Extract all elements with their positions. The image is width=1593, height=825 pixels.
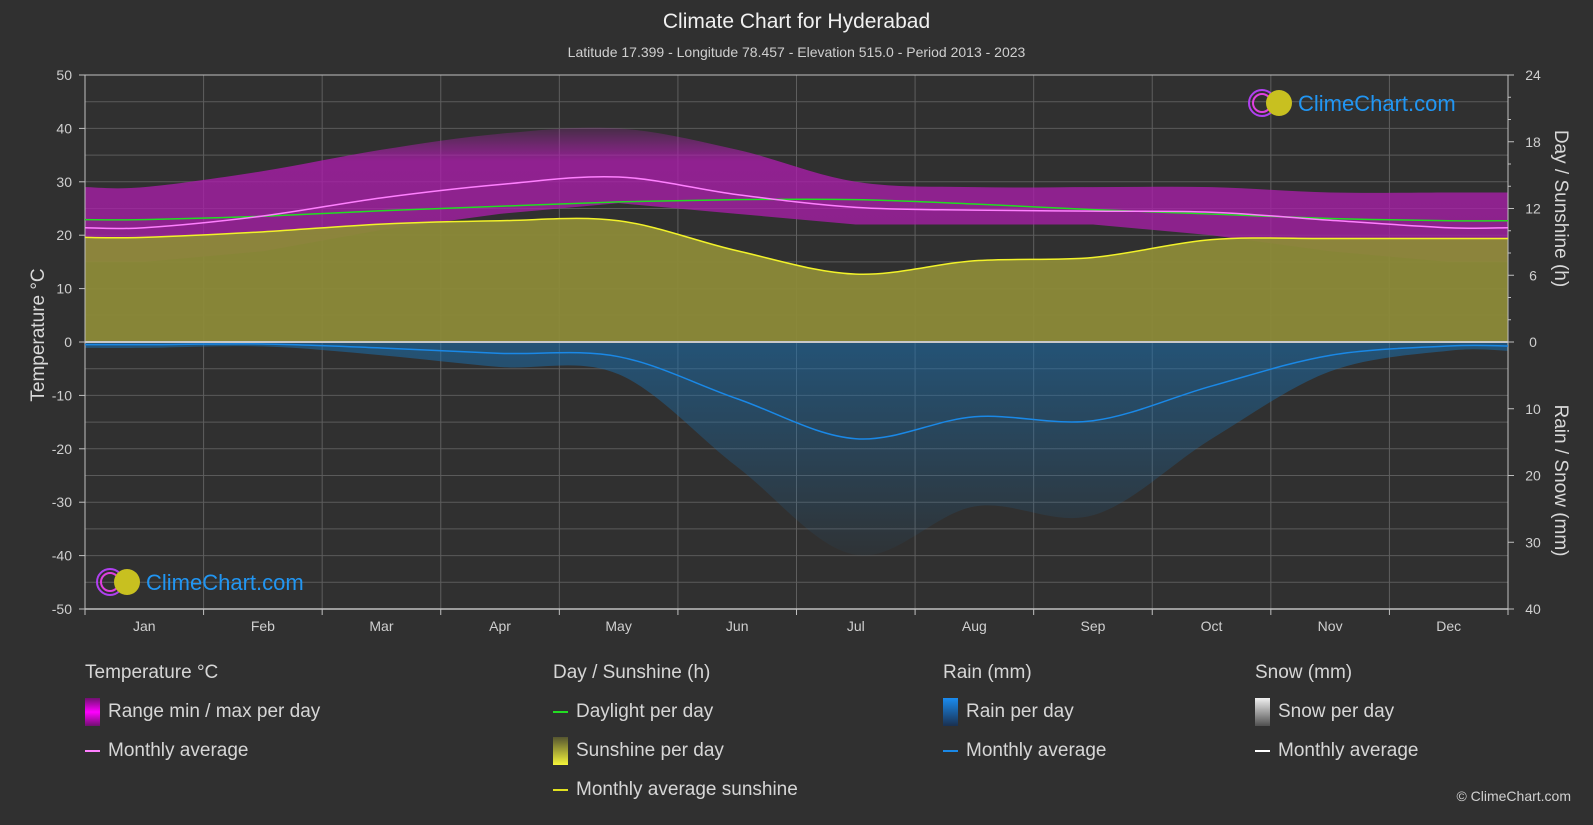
y2-axis-title: Day / Sunshine (h): [1550, 130, 1571, 287]
y3-tick-label: 20: [1525, 468, 1541, 484]
legend-item: Sunshine per day: [553, 737, 798, 765]
y-tick-label: 0: [64, 334, 72, 350]
legend-title: Temperature °C: [85, 662, 219, 683]
x-tick-label: Jan: [133, 618, 156, 634]
legend-item: Monthly average: [85, 740, 320, 762]
x-tick-label: Jun: [726, 618, 749, 634]
x-tick-label: Sep: [1080, 618, 1105, 634]
legend-item: Daylight per day: [553, 701, 798, 723]
y-axis-title: Temperature °C: [28, 268, 49, 401]
y3-axis-title: Rain / Snow (mm): [1550, 404, 1571, 556]
range-swatch-icon: [85, 698, 100, 726]
y-tick-label: -30: [52, 494, 72, 510]
x-tick-label: Oct: [1201, 618, 1223, 634]
rain-swatch-icon: [943, 698, 958, 726]
y2-tick-label: 6: [1529, 267, 1537, 283]
y2-tick-label: 0: [1529, 334, 1537, 350]
y2-tick-label: 12: [1525, 201, 1541, 217]
logo-sun-icon: [114, 569, 140, 595]
y2-tick-label: 18: [1525, 134, 1541, 150]
legend-sunshine: Day / Sunshine (h) Daylight per day Suns…: [553, 662, 798, 818]
y-tick-label: -40: [52, 548, 72, 564]
y2-tick-label: 24: [1525, 67, 1541, 83]
x-tick-label: Apr: [489, 618, 511, 634]
y-tick-label: -20: [52, 441, 72, 457]
y-tick-label: 40: [56, 120, 72, 136]
legend-item: Range min / max per day: [85, 698, 320, 726]
copyright: © ClimeChart.com: [1456, 788, 1571, 804]
logo-bottom: ClimeChart.com: [96, 568, 304, 596]
line-swatch-icon: [85, 750, 100, 752]
x-tick-label: Jul: [847, 618, 865, 634]
line-swatch-icon: [1255, 750, 1270, 752]
x-tick-label: Aug: [962, 618, 987, 634]
logo-sun-icon: [1266, 90, 1292, 116]
y3-tick-label: 10: [1525, 401, 1541, 417]
legend-temperature: Temperature °C Range min / max per day M…: [85, 662, 320, 779]
logo-text: ClimeChart.com: [1298, 91, 1456, 116]
legend-title: Day / Sunshine (h): [553, 662, 711, 683]
line-swatch-icon: [943, 750, 958, 752]
x-tick-label: Nov: [1318, 618, 1343, 634]
legend-snow: Snow (mm) Snow per day Monthly average: [1255, 662, 1418, 779]
logo-top: ClimeChart.com: [1248, 89, 1456, 117]
x-tick-label: Feb: [251, 618, 275, 634]
snow-swatch-icon: [1255, 698, 1270, 726]
line-swatch-icon: [553, 711, 568, 713]
y3-tick-label: 40: [1525, 601, 1541, 617]
y-tick-label: -50: [52, 601, 72, 617]
sunshine-swatch-icon: [553, 737, 568, 765]
legend-item: Monthly average: [943, 740, 1106, 762]
legend-title: Rain (mm): [943, 662, 1032, 683]
y-tick-label: 20: [56, 227, 72, 243]
legend-rain: Rain (mm) Rain per day Monthly average: [943, 662, 1106, 779]
legend-item: Monthly average: [1255, 740, 1418, 762]
x-tick-label: May: [605, 618, 631, 634]
legend-item: Monthly average sunshine: [553, 779, 798, 801]
climate-chart: 50 40 30 20 10 0 -10 -20 -30 -40 -50 24 18 12 6 0 10 20 30…: [28, 67, 1571, 634]
logo-text: ClimeChart.com: [146, 570, 304, 595]
x-tick-label: Mar: [369, 618, 393, 634]
legend-item: Rain per day: [943, 698, 1106, 726]
legend-item: Snow per day: [1255, 698, 1418, 726]
y3-tick-label: 30: [1525, 534, 1541, 550]
y-tick-label: 30: [56, 174, 72, 190]
y-tick-label: 50: [56, 67, 72, 83]
x-tick-label: Dec: [1436, 618, 1461, 634]
y-tick-label: -10: [52, 387, 72, 403]
line-swatch-icon: [553, 789, 568, 791]
y-tick-label: 10: [56, 281, 72, 297]
legend-title: Snow (mm): [1255, 662, 1353, 683]
